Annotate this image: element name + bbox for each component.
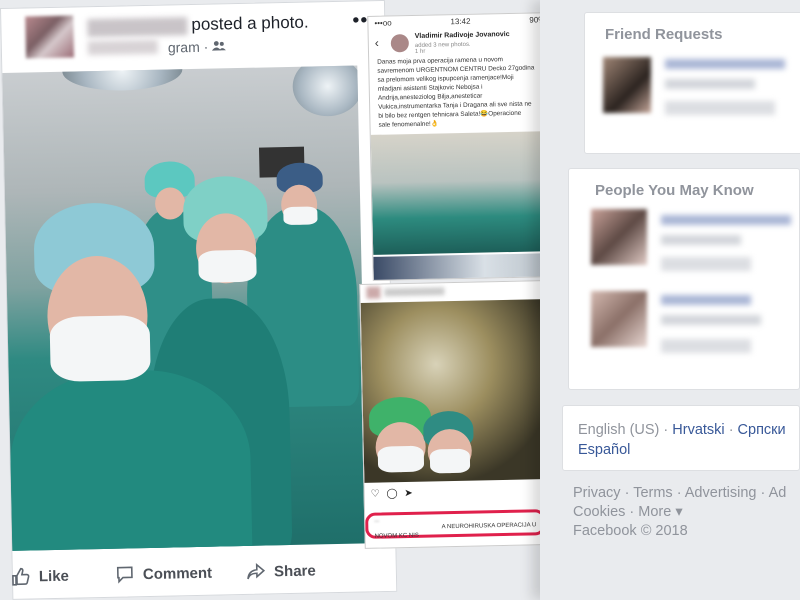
footer-link-terms[interactable]: Terms: [633, 485, 672, 501]
surgeon-figure: [8, 367, 253, 551]
like-button[interactable]: Like: [11, 566, 69, 587]
language-link-hrvatski[interactable]: Hrvatski: [672, 422, 724, 438]
language-link-srpski[interactable]: Српски: [738, 422, 786, 438]
suggestion-avatar[interactable]: [591, 291, 647, 347]
post-action-bar: Like Comment Share: [12, 549, 398, 597]
comment-icon[interactable]: ◯: [386, 488, 397, 499]
suggestion-avatar[interactable]: [591, 209, 647, 265]
blurred-avatar: [366, 286, 381, 299]
post-photo-instagram-1[interactable]: •••oo 13:42 90% ‹ Vladimir Radivoje Jova…: [367, 12, 558, 281]
footer-link-cookies[interactable]: Cookies: [573, 504, 625, 520]
people-you-may-know-box: People You May Know: [568, 168, 800, 390]
ig-photo-strip: [373, 253, 558, 281]
post-sub-text: gram ·: [168, 38, 227, 55]
friend-requests-box: Friend Requests: [584, 12, 800, 154]
post-photo-instagram-2[interactable]: ♡ ◯ ➤ ... A NEUROHIRUSKA OPERACIJA U NOV…: [359, 280, 550, 549]
share-button[interactable]: Share: [246, 561, 316, 582]
signal-indicator: •••oo: [374, 18, 392, 28]
blurred-suggestion-name: [661, 215, 791, 225]
blurred-suggestion-button[interactable]: [661, 339, 751, 353]
current-language: English (US): [578, 422, 660, 438]
surgeon-mask: [283, 206, 318, 226]
people-you-may-know-title: People You May Know: [595, 182, 754, 199]
avatar: [390, 34, 410, 53]
separator: ·: [629, 504, 639, 520]
ig-selfie-photo: [360, 299, 550, 483]
blurred-name: [384, 287, 445, 297]
ig-post-header: ‹ Vladimir Radivoje Jovanovic added 3 ne…: [369, 27, 553, 57]
blurred-suggestion-info: [661, 235, 741, 245]
separator: ·: [676, 485, 685, 501]
copyright: Facebook © 2018: [573, 523, 688, 539]
language-selector: English (US) · Hrvatski · Српски Español: [578, 420, 798, 460]
blurred-sub-text: [87, 39, 158, 56]
share-label: Share: [273, 562, 316, 580]
ig-time: 1 hr: [414, 48, 426, 55]
share-icon: [247, 563, 266, 580]
like-label: Like: [38, 567, 70, 585]
ig-action-icons: ♡ ◯ ➤: [371, 488, 413, 500]
thumbs-up-icon: [12, 567, 30, 586]
surgeon-mask: [429, 448, 471, 474]
send-icon[interactable]: ➤: [404, 488, 413, 499]
ig-added-text: added 3 new photos. 1 hr: [415, 42, 471, 55]
post-header: posted a photo. gram · •••: [1, 1, 385, 73]
blurred-request-buttons[interactable]: [665, 101, 775, 115]
blurred-request-name: [665, 59, 785, 69]
post-source-label: gram: [167, 38, 200, 56]
friends-icon: [212, 41, 227, 51]
footer-link-privacy[interactable]: Privacy: [573, 485, 621, 501]
post-photo-main[interactable]: [2, 65, 368, 551]
blurred-author-name: [87, 17, 188, 38]
friend-request-avatar[interactable]: [603, 57, 651, 113]
comment-button[interactable]: Comment: [115, 563, 213, 585]
blurred-request-info: [665, 79, 755, 89]
surgeon-mask: [49, 314, 151, 383]
chevron-down-icon[interactable]: ▾: [675, 504, 682, 520]
footer: Privacy · Terms · Advertising · Ad Cooki…: [573, 484, 800, 541]
blurred-suggestion-name: [661, 295, 751, 305]
surgeon-mask: [198, 249, 257, 283]
ig-author: Vladimir Radivoje Jovanovic: [414, 30, 510, 40]
comment-icon: [116, 566, 133, 584]
back-chevron-icon[interactable]: ‹: [375, 36, 379, 50]
surgical-lamp: [292, 65, 364, 117]
footer-link-advertising[interactable]: Advertising: [685, 485, 757, 501]
footer-link-more[interactable]: More: [638, 504, 671, 520]
posted-text: posted a photo.: [191, 12, 309, 34]
footer-link-ad-choices[interactable]: Ad: [769, 485, 787, 501]
heart-icon[interactable]: ♡: [371, 489, 380, 500]
ig-surgery-photo: [370, 131, 558, 255]
blurred-suggestion-button[interactable]: [661, 257, 751, 271]
highlighted-caption: ... A NEUROHIRUSKA OPERACIJA U NOVOM KC …: [365, 509, 546, 539]
status-time: 13:42: [450, 16, 471, 27]
post-card: posted a photo. gram · ••• Like Comment …: [0, 0, 398, 600]
separator: ·: [624, 485, 634, 501]
surgeon-mask: [377, 445, 425, 473]
comment-label: Comment: [142, 564, 213, 583]
dot-separator: ·: [203, 38, 213, 55]
separator: ·: [728, 422, 738, 438]
separator: ·: [760, 485, 769, 501]
friend-requests-title: Friend Requests: [605, 26, 723, 43]
separator: ·: [663, 422, 673, 438]
avatar[interactable]: [25, 15, 75, 59]
language-link-espanol[interactable]: Español: [578, 442, 630, 458]
blurred-suggestion-info: [661, 315, 761, 325]
